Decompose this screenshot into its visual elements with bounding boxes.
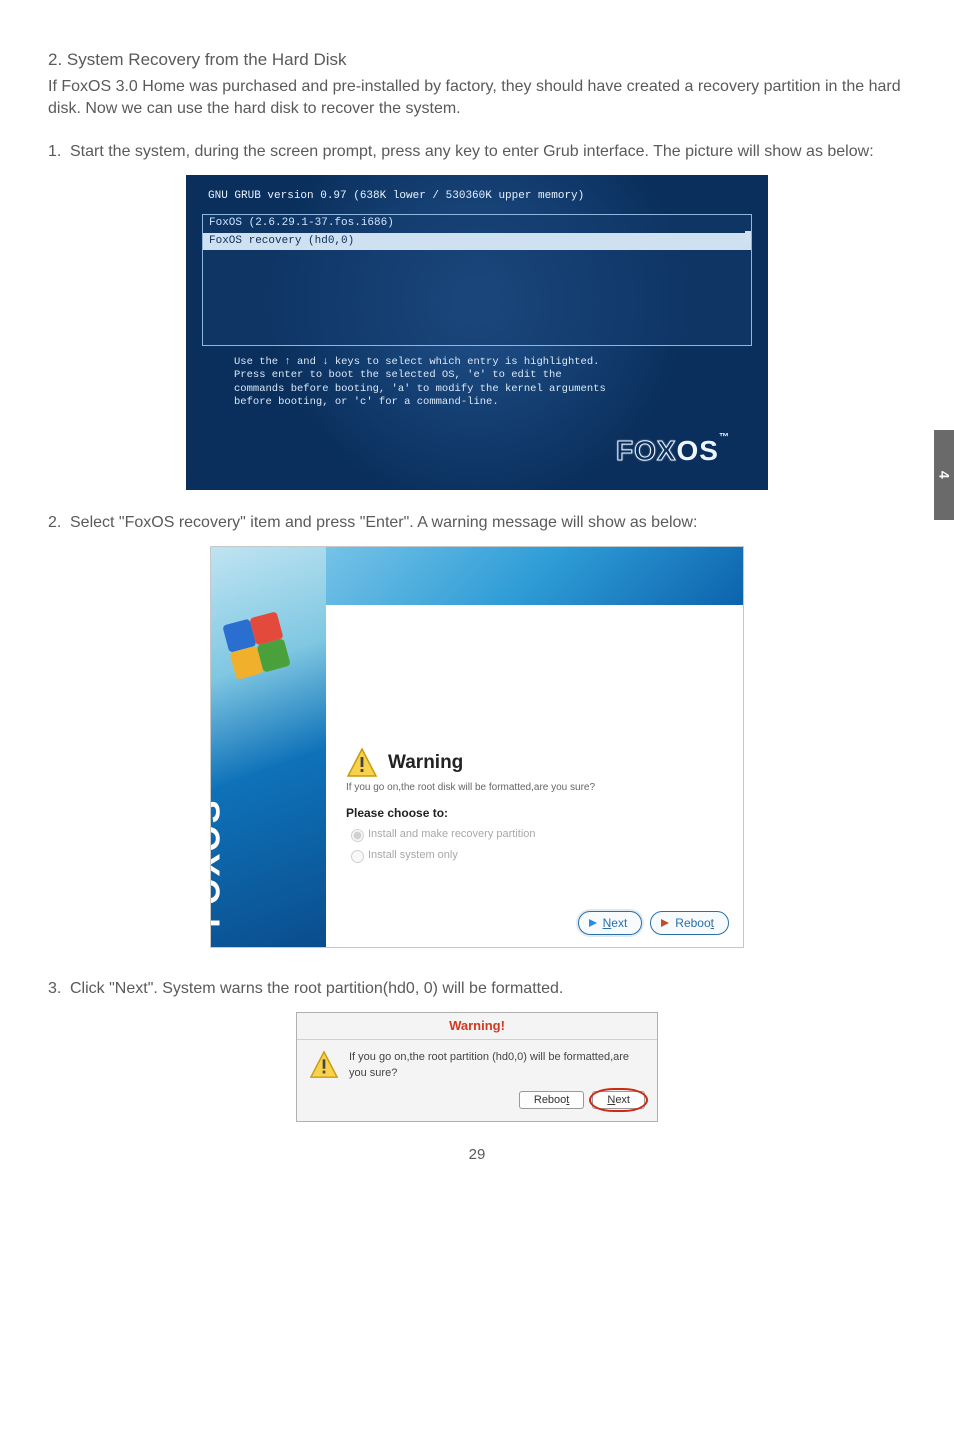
- installer-option-1-label: Install and make recovery partition: [368, 828, 536, 840]
- installer-option-1[interactable]: Install and make recovery partition: [346, 826, 725, 842]
- dialog-title: Warning!: [297, 1013, 657, 1040]
- arrow-right-red-icon: [659, 917, 671, 929]
- step-2-text: Select "FoxOS recovery" item and press "…: [70, 512, 906, 534]
- grub-item-recovery: FoxOS recovery (hd0,0): [203, 233, 751, 250]
- step-3: 3. Click "Next". System warns the root p…: [48, 978, 906, 1000]
- installer-content: Warning If you go on,the root disk will …: [346, 747, 725, 864]
- intro-paragraph: If FoxOS 3.0 Home was purchased and pre-…: [48, 76, 906, 121]
- puzzle-icon: [222, 611, 295, 684]
- installer-reboot-button[interactable]: RebootReboot: [650, 911, 729, 936]
- section-title: 2. System Recovery from the Hard Disk: [48, 48, 906, 72]
- dialog-warning-icon: [309, 1050, 339, 1080]
- installer-sidebar: FOXOS: [211, 547, 326, 947]
- grub-header: GNU GRUB version 0.97 (638K lower / 5303…: [208, 189, 752, 204]
- grub-item-foxos: FoxOS (2.6.29.1-37.fos.i686): [203, 215, 751, 232]
- step-1: 1. Start the system, during the screen p…: [48, 141, 906, 163]
- installer-next-button[interactable]: NNextext: [578, 911, 643, 936]
- installer-option-2-radio[interactable]: [351, 850, 364, 863]
- step-2-number: 2.: [48, 512, 70, 534]
- grub-scrollbar-thumb: [745, 231, 751, 243]
- step-3-text: Click "Next". System warns the root part…: [70, 978, 906, 1000]
- warning-triangle-icon: [346, 747, 378, 779]
- grub-screenshot: GNU GRUB version 0.97 (638K lower / 5303…: [186, 175, 768, 490]
- installer-screenshot: FOXOS Warning If you go on,the root disk…: [210, 546, 744, 948]
- installer-option-2[interactable]: Install system only: [346, 847, 725, 863]
- logo-fox: FOX: [616, 435, 677, 466]
- grub-help-text: Use the ↑ and ↓ keys to select which ent…: [234, 356, 694, 409]
- installer-option-1-radio[interactable]: [351, 829, 364, 842]
- step-2: 2. Select "FoxOS recovery" item and pres…: [48, 512, 906, 534]
- dialog-text: If you go on,the root partition (hd0,0) …: [349, 1050, 645, 1081]
- warning-dialog: Warning! If you go on,the root partition…: [296, 1012, 658, 1122]
- grub-foxos-logo: FOXOS™: [202, 431, 752, 470]
- step-3-number: 3.: [48, 978, 70, 1000]
- installer-sidebar-brand: FOXOS: [210, 798, 233, 927]
- installer-warning-title: Warning: [388, 750, 463, 777]
- chapter-tab: 4: [934, 430, 954, 520]
- installer-option-2-label: Install system only: [368, 848, 458, 860]
- logo-tm: ™: [719, 432, 730, 443]
- dialog-reboot-button[interactable]: RebootReboot: [519, 1091, 584, 1109]
- step-1-text: Start the system, during the screen prom…: [70, 141, 906, 163]
- logo-os: OS: [677, 435, 719, 466]
- page-number: 29: [48, 1144, 906, 1165]
- installer-choose-label: Please choose to:: [346, 805, 725, 822]
- installer-warning-subtext: If you go on,the root disk will be forma…: [346, 781, 725, 795]
- step-1-number: 1.: [48, 141, 70, 163]
- dialog-next-button[interactable]: NextNext: [592, 1091, 645, 1109]
- arrow-right-icon: [587, 917, 599, 929]
- grub-menu: FoxOS (2.6.29.1-37.fos.i686) FoxOS recov…: [202, 214, 752, 346]
